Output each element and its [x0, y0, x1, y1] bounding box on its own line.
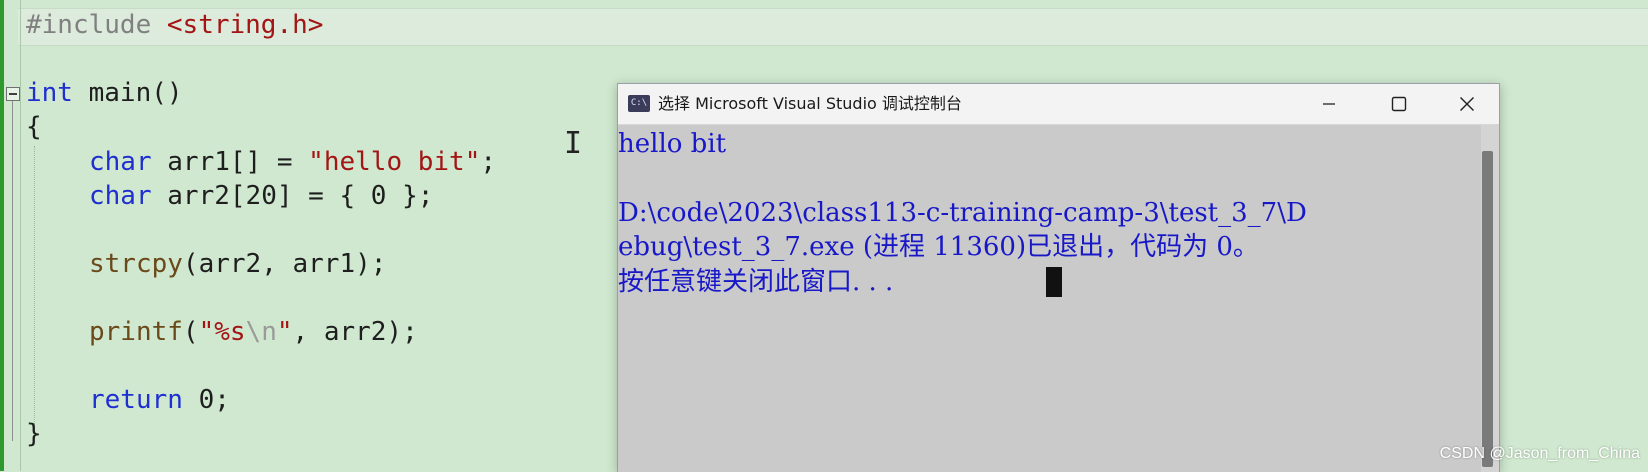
- text-cursor-icon: I: [564, 126, 583, 161]
- console-app-icon: C:\: [628, 95, 650, 112]
- printf-arguments: , arr2);: [292, 317, 418, 347]
- code-line-close-brace[interactable]: }: [26, 418, 42, 450]
- debug-console-window[interactable]: C:\ 选择 Microsoft Visual Studio 调试控制台 hel…: [617, 83, 1500, 472]
- change-indicator-bar: [0, 0, 4, 471]
- keyword-char: char: [89, 147, 152, 177]
- maximize-icon: [1391, 96, 1407, 112]
- code-line-strcpy[interactable]: strcpy(arr2, arr1);: [26, 248, 386, 280]
- code-line-arr1[interactable]: char arr1[] = "hello bit";: [26, 146, 496, 178]
- minimize-icon: [1323, 103, 1335, 105]
- function-strcpy: strcpy: [89, 249, 183, 279]
- collapse-icon[interactable]: [6, 87, 20, 101]
- format-string-start: "%s: [198, 317, 246, 347]
- main-signature: main(): [72, 78, 183, 108]
- csdn-watermark: CSDN @Jason_from_China: [1439, 445, 1640, 462]
- code-line-main[interactable]: int main(): [26, 77, 183, 109]
- semicolon: ;: [480, 147, 497, 177]
- preprocessor-directive: #include: [26, 10, 152, 40]
- console-output-line: ebug\test_3_7.exe (进程 11360)已退出，代码为 0。: [618, 232, 1259, 262]
- console-output-area[interactable]: hello bit D:\code\2023\class113-c-traini…: [618, 125, 1499, 472]
- minimize-button[interactable]: [1306, 84, 1352, 124]
- console-titlebar[interactable]: C:\ 选择 Microsoft Visual Studio 调试控制台: [618, 84, 1499, 125]
- fold-guide-line: [12, 101, 13, 441]
- console-scrollbar-thumb[interactable]: [1482, 151, 1493, 467]
- close-button[interactable]: [1444, 84, 1490, 124]
- console-output-line: 按任意键关闭此窗口. . .: [618, 267, 894, 297]
- format-string-end: ": [276, 317, 293, 347]
- console-block-cursor: [1046, 267, 1062, 297]
- maximize-button[interactable]: [1376, 84, 1422, 124]
- code-line-arr2[interactable]: char arr2[20] = { 0 };: [26, 180, 433, 212]
- escape-sequence: \n: [245, 317, 277, 347]
- printf-open-paren: (: [182, 317, 199, 347]
- function-printf: printf: [89, 317, 183, 347]
- keyword-return: return: [89, 385, 183, 415]
- editor-margin-line: [20, 0, 21, 471]
- close-icon: [1460, 97, 1474, 111]
- code-line-printf[interactable]: printf("%s\n", arr2);: [26, 316, 418, 348]
- code-line-return[interactable]: return 0;: [26, 384, 230, 416]
- close-brace: }: [26, 419, 42, 449]
- console-output-line: hello bit: [618, 129, 727, 159]
- arr1-declaration: arr1[] =: [151, 147, 309, 177]
- keyword-char: char: [89, 181, 152, 211]
- console-title: 选择 Microsoft Visual Studio 调试控制台: [658, 94, 962, 113]
- strcpy-arguments: (arr2, arr1);: [182, 249, 387, 279]
- string-literal-hello-bit: "hello bit": [308, 147, 481, 177]
- code-line-include[interactable]: #include <string.h>: [26, 9, 323, 41]
- include-header-name: <string.h>: [166, 10, 324, 40]
- code-line-open-brace[interactable]: {: [26, 111, 42, 143]
- arr2-declaration: arr2[20] = { 0 };: [151, 181, 434, 211]
- console-output-line: D:\code\2023\class113-c-training-camp-3\…: [618, 198, 1307, 228]
- return-value: 0;: [182, 385, 230, 415]
- keyword-int: int: [26, 78, 73, 108]
- open-brace: {: [26, 112, 42, 142]
